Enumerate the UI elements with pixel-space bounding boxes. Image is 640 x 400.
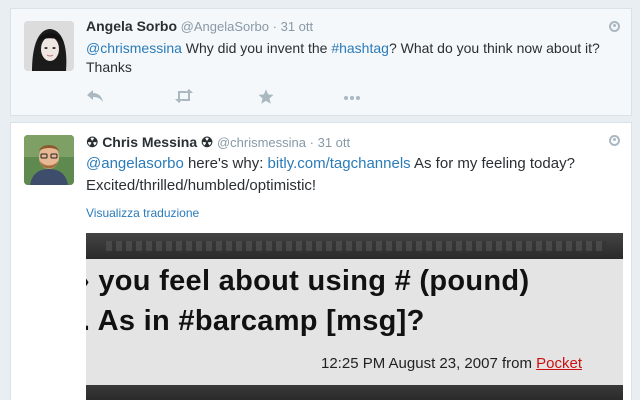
tweet-text: @chrismessina Why did you invent the #ha…	[86, 39, 626, 77]
tweet-actions	[86, 89, 386, 105]
verified-badge: ☢	[200, 134, 214, 150]
verified-badge: ☢	[86, 134, 99, 150]
timestamp[interactable]: 31 ott	[318, 135, 351, 150]
author-name[interactable]: Chris Messina	[102, 134, 197, 150]
image-text-line: › you feel about using # (pound)	[86, 265, 530, 297]
separator: ·	[272, 19, 277, 34]
avatar-image	[24, 21, 74, 71]
text-segment: here's why:	[183, 155, 268, 172]
avatar-chris[interactable]	[24, 135, 74, 185]
avatar-angela[interactable]	[24, 21, 74, 71]
tweet-header: ☢ Chris Messina ☢ @chrismessina · 31 ott	[86, 134, 350, 151]
image-meta-text: 12:25 PM August 23, 2007 from	[321, 355, 537, 372]
image-top-band	[86, 233, 623, 259]
image-bottom-band	[86, 385, 623, 400]
avatar-image	[24, 135, 74, 185]
star-icon[interactable]	[258, 89, 274, 109]
screenshot-image: › you feel about using # (pound) . As in…	[86, 233, 623, 400]
image-meta: 12:25 PM August 23, 2007 from Pocket	[321, 355, 582, 372]
author-name[interactable]: Angela Sorbo	[86, 18, 177, 34]
tweet-header: Angela Sorbo @AngelaSorbo · 31 ott	[86, 18, 313, 34]
tweet-angela[interactable]: Angela Sorbo @AngelaSorbo · 31 ott @chri…	[10, 8, 632, 116]
text-segment: Why did you invent the	[181, 40, 332, 56]
retweet-icon[interactable]	[174, 89, 194, 107]
tweet-chris[interactable]: ☢ Chris Messina ☢ @chrismessina · 31 ott…	[10, 122, 632, 400]
hashtag-link[interactable]: #hashtag	[331, 40, 389, 56]
more-icon[interactable]	[343, 89, 361, 105]
author-handle[interactable]: @AngelaSorbo	[181, 19, 269, 34]
globe-icon	[609, 135, 620, 146]
image-source-link: Pocket	[536, 355, 582, 372]
globe-icon	[609, 21, 620, 32]
translate-link[interactable]: Visualizza traduzione	[86, 206, 199, 220]
timestamp[interactable]: 31 ott	[281, 19, 314, 34]
tweet-text: @angelasorbo here's why: bitly.com/tagch…	[86, 153, 626, 197]
media-image[interactable]: › you feel about using # (pound) . As in…	[86, 233, 623, 400]
image-text-line: . As in #barcamp [msg]?	[86, 305, 425, 337]
mention-link[interactable]: @angelasorbo	[86, 155, 184, 172]
author-handle[interactable]: @chrismessina	[217, 135, 306, 150]
separator: ·	[309, 135, 314, 150]
url-link[interactable]: bitly.com/tagchannels	[268, 155, 411, 172]
reply-icon[interactable]	[86, 89, 104, 107]
mention-link[interactable]: @chrismessina	[86, 40, 182, 56]
